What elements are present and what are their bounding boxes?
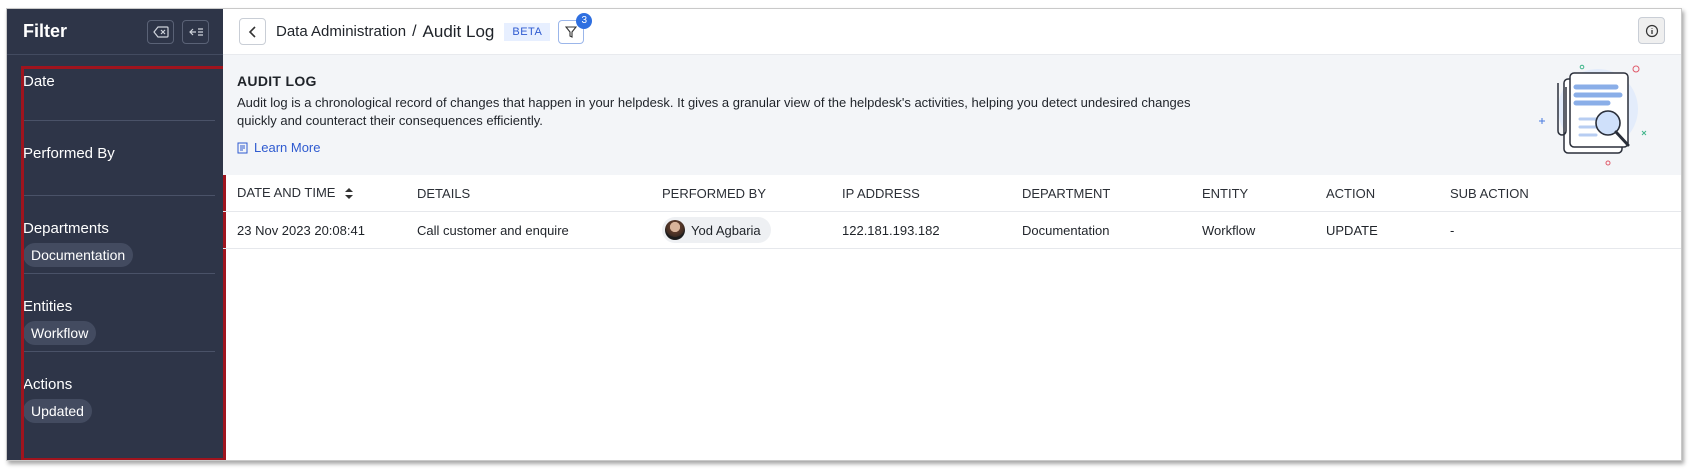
cell-date: 23 Nov 2023 20:08:41 — [237, 222, 365, 238]
column-header-date[interactable]: DATE AND TIME — [237, 185, 417, 200]
collapse-left-icon — [188, 27, 203, 36]
funnel-icon — [565, 25, 578, 38]
column-header-department: DEPARTMENT — [1022, 185, 1111, 201]
filter-chip-documentation[interactable]: Documentation — [23, 243, 134, 267]
filter-label: Entities — [23, 298, 73, 315]
avatar — [665, 220, 685, 240]
backspace-icon — [152, 25, 169, 38]
filter-chip-workflow[interactable]: Workflow — [23, 321, 97, 345]
document-icon — [237, 142, 248, 153]
cell-sub-action: - — [1450, 222, 1455, 238]
filter-section-entities[interactable]: Entities Workflow — [23, 298, 211, 345]
info-button[interactable] — [1638, 17, 1665, 44]
filter-label: Actions — [23, 376, 73, 393]
page-title: Audit Log — [422, 21, 495, 41]
column-header-performed-by: PERFORMED BY — [662, 185, 767, 201]
app-window: Filter Date Performed By Departments Doc… — [6, 8, 1682, 461]
breadcrumb-separator: / — [412, 22, 417, 40]
info-icon — [1645, 24, 1658, 37]
divider — [23, 273, 215, 274]
cell-details: Call customer and enquire — [417, 222, 569, 238]
info-banner: AUDIT LOG Audit log is a chronological r… — [223, 55, 1681, 175]
filter-label: Date — [23, 73, 55, 90]
column-label: DATE AND TIME — [237, 185, 336, 201]
audit-illustration — [1539, 64, 1647, 166]
filter-count-badge: 3 — [576, 12, 593, 29]
chevron-left-icon — [248, 25, 256, 38]
cell-entity: Workflow — [1202, 222, 1256, 238]
table-row[interactable]: 23 Nov 2023 20:08:41 Call customer and e… — [223, 212, 1681, 249]
column-header-sub-action: SUB ACTION — [1450, 185, 1529, 201]
banner-description: Audit log is a chronological record of c… — [237, 95, 1191, 128]
sidebar-title: Filter — [23, 21, 68, 41]
cell-performed-by: Yod Agbaria — [662, 217, 842, 243]
learn-more-link[interactable]: Learn More — [237, 140, 1665, 155]
filter-section-date[interactable]: Date — [23, 73, 211, 90]
filter-toggle-button[interactable]: 3 — [558, 12, 593, 44]
cell-department: Documentation — [1022, 222, 1110, 238]
filter-section-actions[interactable]: Actions Updated — [23, 376, 211, 423]
back-button[interactable] — [239, 18, 266, 45]
main-content: Data Administration / Audit Log BETA 3 A… — [223, 9, 1681, 460]
table-header: DATE AND TIME DETAILS PERFORMED BY IP AD… — [223, 175, 1681, 212]
filter-label: Performed By — [23, 145, 115, 162]
learn-more-label: Learn More — [254, 140, 321, 155]
column-header-ip-address: IP ADDRESS — [842, 185, 920, 201]
sidebar-header: Filter — [7, 9, 223, 55]
divider — [23, 351, 215, 352]
column-header-details: DETAILS — [417, 185, 471, 201]
filter-section-departments[interactable]: Departments Documentation — [23, 220, 211, 267]
clear-filters-button[interactable] — [147, 19, 174, 44]
filter-label: Departments — [23, 220, 109, 237]
user-name: Yod Agbaria — [691, 222, 761, 238]
divider — [23, 120, 215, 121]
top-bar: Data Administration / Audit Log BETA 3 — [223, 9, 1681, 55]
sort-icon[interactable] — [345, 187, 354, 201]
breadcrumb-parent[interactable]: Data Administration — [276, 23, 406, 40]
beta-badge: BETA — [504, 22, 551, 41]
divider — [23, 195, 215, 196]
collapse-sidebar-button[interactable] — [182, 19, 209, 44]
user-chip[interactable]: Yod Agbaria — [662, 217, 771, 243]
filter-chip-updated[interactable]: Updated — [23, 399, 92, 423]
column-header-action: ACTION — [1326, 185, 1376, 201]
filter-section-performed-by[interactable]: Performed By — [23, 145, 211, 162]
column-header-entity: ENTITY — [1202, 185, 1249, 201]
banner-title: AUDIT LOG — [237, 73, 317, 89]
cell-ip-address: 122.181.193.182 — [842, 222, 940, 238]
cell-action: UPDATE — [1326, 222, 1378, 238]
filter-sidebar: Filter Date Performed By Departments Doc… — [7, 9, 223, 460]
